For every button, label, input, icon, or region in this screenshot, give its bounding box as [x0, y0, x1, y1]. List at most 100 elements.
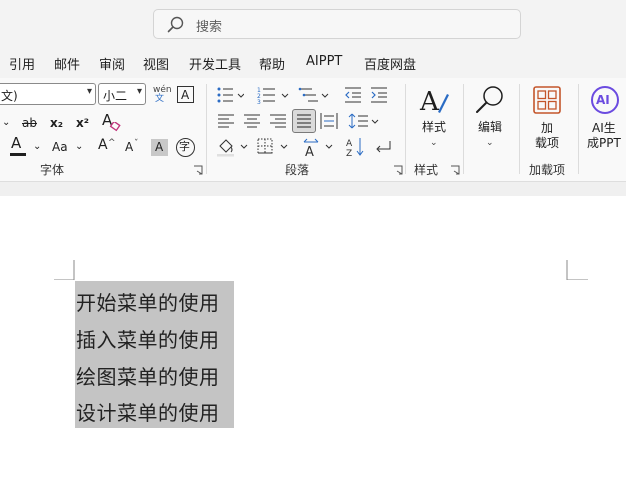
- chevron-down-icon: ⌄: [430, 138, 438, 148]
- shading-button[interactable]: [216, 137, 250, 157]
- svg-text:A: A: [346, 139, 353, 149]
- crop-mark-right: [566, 260, 588, 280]
- grow-font-glyph: A: [98, 137, 108, 153]
- chevron-down-icon: ⌄: [486, 138, 494, 148]
- document-line[interactable]: 开始菜单的使用: [76, 287, 220, 316]
- strikethrough-glyph: ab: [22, 116, 37, 130]
- grow-font-button[interactable]: A ^: [96, 136, 116, 158]
- search-icon: [167, 16, 184, 33]
- clear-formatting-button[interactable]: A: [101, 112, 123, 134]
- increase-indent-button[interactable]: [370, 86, 388, 104]
- character-border-button[interactable]: A: [177, 86, 194, 103]
- group-separator: [463, 84, 464, 174]
- strikethrough-button[interactable]: ab: [20, 114, 42, 134]
- search-placeholder: 搜索: [196, 20, 223, 35]
- document-line[interactable]: 插入菜单的使用: [76, 324, 220, 353]
- ribbon-tabs: 引用 邮件 审阅 视图 开发工具 帮助 AIPPT 百度网盘: [0, 48, 626, 78]
- addins-label-line1: 加: [541, 121, 554, 135]
- enclose-characters-glyph: 字: [179, 140, 190, 153]
- tab-review[interactable]: 审阅: [99, 54, 125, 73]
- character-shading-glyph: A: [155, 140, 164, 154]
- font-color-glyph: A: [11, 134, 22, 152]
- tab-mailings[interactable]: 邮件: [54, 54, 80, 73]
- shrink-font-glyph: A: [125, 140, 134, 154]
- addins-group-label: 加载项: [529, 163, 566, 177]
- font-size-combo[interactable]: 小二 ▾: [98, 83, 146, 105]
- align-center-button[interactable]: [243, 113, 261, 129]
- chevron-down-icon[interactable]: ⌄: [2, 116, 10, 130]
- dialog-launcher-icon[interactable]: [393, 165, 403, 175]
- crop-mark-left: [54, 260, 75, 280]
- chinese-layout-button[interactable]: A: [301, 137, 335, 157]
- dialog-launcher-icon[interactable]: [193, 165, 203, 175]
- font-name-value: 文): [1, 89, 18, 103]
- align-right-button[interactable]: [269, 113, 287, 129]
- subscript-glyph: x₂: [50, 116, 63, 130]
- group-separator: [578, 84, 579, 174]
- document-line[interactable]: 设计菜单的使用: [76, 397, 220, 426]
- title-bar: 搜索: [0, 0, 626, 48]
- styles-group-label: 样式: [414, 163, 439, 177]
- phonetic-guide-bottom: 文: [155, 94, 165, 104]
- chevron-down-icon[interactable]: ⌄: [75, 140, 83, 154]
- shrink-font-button[interactable]: A ˇ: [123, 136, 143, 158]
- subscript-button[interactable]: x₂: [48, 114, 68, 134]
- search-box[interactable]: 搜索: [153, 9, 521, 39]
- chevron-down-icon: ▾: [86, 86, 92, 97]
- svg-text:A: A: [419, 87, 440, 116]
- tab-references[interactable]: 引用: [9, 54, 35, 73]
- phonetic-guide-button[interactable]: wén 文: [150, 83, 172, 107]
- numbering-button[interactable]: 123: [256, 86, 290, 104]
- group-separator: [405, 84, 406, 174]
- justify-button[interactable]: [292, 109, 316, 133]
- ai-generate-ppt-button[interactable]: AI AI生 成PPT: [585, 84, 625, 154]
- tab-help[interactable]: 帮助: [259, 54, 285, 73]
- styles-icon: A: [419, 87, 449, 116]
- editing-button[interactable]: 编辑 ⌄: [471, 82, 511, 152]
- font-size-value: 小二: [103, 89, 128, 103]
- magnifier-icon: [476, 86, 503, 113]
- font-group-label: 字体: [40, 163, 65, 177]
- chevron-down-icon[interactable]: ⌄: [33, 140, 41, 154]
- ai-ppt-label-line1: AI生: [592, 121, 616, 135]
- ribbon: 文) ▾ 小二 ▾ wén 文 A ⌄ ab x₂ x² A A ⌄ Aa ⌄ …: [0, 78, 626, 182]
- caret-up-icon: ^: [108, 138, 116, 148]
- borders-button[interactable]: [256, 137, 290, 157]
- styles-button[interactable]: A 样式 ⌄: [414, 84, 454, 154]
- change-case-glyph: Aa: [52, 140, 68, 154]
- align-left-button[interactable]: [217, 113, 235, 129]
- font-color-bar: [10, 153, 26, 156]
- eraser-icon: [109, 122, 121, 132]
- addins-button[interactable]: 加 载项: [527, 84, 567, 154]
- addins-label-line2: 载项: [535, 136, 560, 150]
- font-color-button[interactable]: A: [8, 136, 30, 158]
- svg-text:Z: Z: [346, 149, 352, 158]
- tab-developer[interactable]: 开发工具: [189, 54, 241, 73]
- bullets-button[interactable]: [216, 86, 244, 104]
- line-spacing-button[interactable]: [348, 112, 380, 130]
- font-name-combo[interactable]: 文) ▾: [0, 83, 96, 105]
- tab-aippt[interactable]: AIPPT: [306, 54, 342, 69]
- ai-icon-text: AI: [596, 93, 610, 107]
- distributed-button[interactable]: [320, 112, 338, 130]
- tab-view[interactable]: 视图: [143, 54, 169, 73]
- caret-down-icon: ˇ: [134, 139, 139, 149]
- paragraph-group-label: 段落: [285, 163, 310, 177]
- character-border-glyph: A: [181, 88, 190, 102]
- dialog-launcher-icon[interactable]: [450, 165, 460, 175]
- ai-ppt-label-line2: 成PPT: [587, 136, 621, 150]
- enclose-characters-button[interactable]: 字: [176, 138, 195, 157]
- document-line[interactable]: 绘图菜单的使用: [76, 361, 220, 390]
- justify-icon: [297, 114, 311, 128]
- show-formatting-marks-button[interactable]: [374, 138, 396, 158]
- svg-text:A: A: [305, 145, 314, 157]
- multilevel-list-button[interactable]: [298, 86, 330, 104]
- superscript-button[interactable]: x²: [74, 114, 94, 134]
- tab-baidu-netdisk[interactable]: 百度网盘: [364, 54, 416, 73]
- editing-button-label: 编辑: [478, 120, 503, 134]
- addins-icon: [533, 86, 561, 114]
- character-shading-button[interactable]: A: [151, 139, 168, 156]
- decrease-indent-button[interactable]: [344, 86, 362, 104]
- ai-icon: AI: [591, 86, 619, 114]
- sort-button[interactable]: AZ: [345, 136, 367, 158]
